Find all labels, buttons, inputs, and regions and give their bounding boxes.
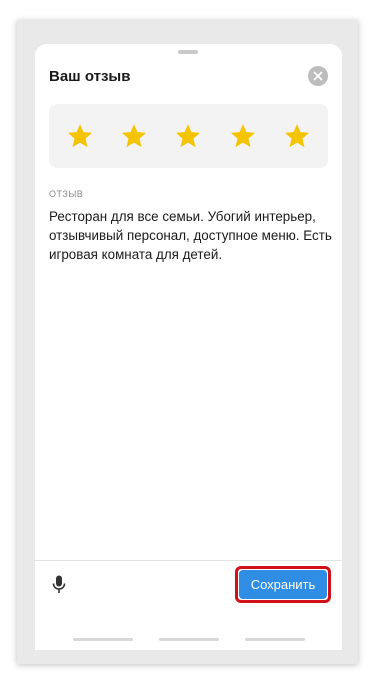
rating-stars	[49, 104, 328, 168]
star-icon	[176, 124, 201, 148]
star-icon	[68, 124, 93, 148]
system-nav-bar	[35, 638, 342, 641]
microphone-icon	[52, 575, 66, 593]
star-4[interactable]	[227, 120, 259, 152]
star-icon	[230, 124, 255, 148]
nav-back[interactable]	[73, 638, 133, 641]
voice-input-button[interactable]	[51, 574, 67, 594]
star-1[interactable]	[64, 120, 96, 152]
save-button[interactable]: Сохранить	[239, 570, 327, 599]
drag-handle[interactable]	[178, 50, 198, 54]
close-button[interactable]	[308, 66, 328, 86]
review-sheet: Ваш отзыв ОТЗЫВ Ресторан для все семьи. …	[35, 44, 342, 650]
star-5[interactable]	[281, 120, 313, 152]
star-icon	[122, 124, 147, 148]
star-icon	[284, 124, 309, 148]
nav-home[interactable]	[159, 638, 219, 641]
star-3[interactable]	[172, 120, 204, 152]
sheet-title: Ваш отзыв	[49, 68, 131, 85]
nav-recents[interactable]	[245, 638, 305, 641]
close-icon	[313, 71, 323, 81]
footer-divider	[35, 560, 342, 561]
review-section-label: ОТЗЫВ	[49, 189, 84, 199]
star-2[interactable]	[118, 120, 150, 152]
review-text-field[interactable]: Ресторан для все семьи. Убогий интерьер,…	[49, 207, 333, 264]
